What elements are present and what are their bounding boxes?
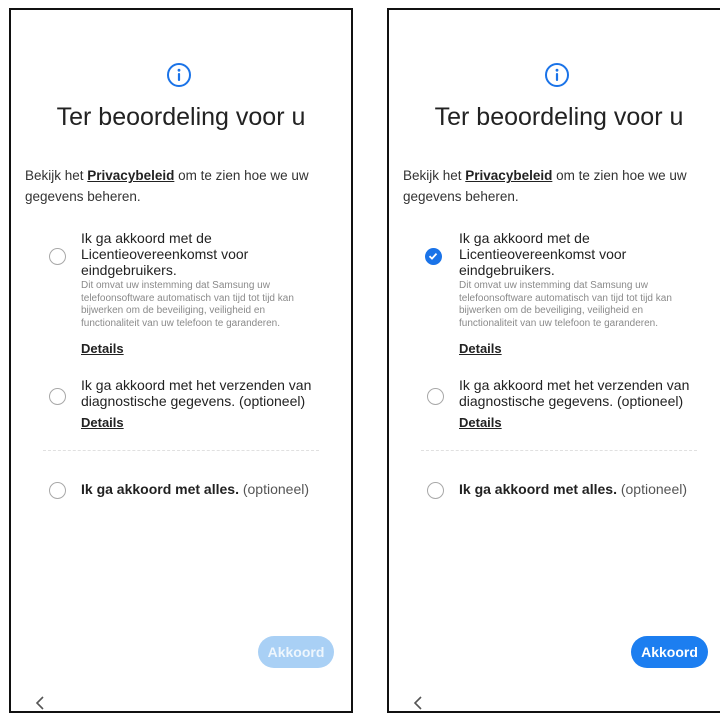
license-title-line: Ik ga akkoord met de [459, 230, 590, 246]
diagnostics-title: Ik ga akkoord met het verzenden van diag… [81, 377, 312, 409]
license-description: Dit omvat uw instemming dat Samsung uw t… [459, 280, 672, 329]
intro-prefix: Bekijk het [25, 168, 88, 183]
accept-all-label: Ik ga akkoord met alles. (optioneel) [81, 481, 309, 497]
agree-button[interactable]: Akkoord [258, 636, 334, 668]
license-title-line: eindgebruikers. [459, 262, 555, 278]
divider [421, 450, 697, 451]
accept-all-optional: (optioneel) [616, 481, 688, 497]
diagnostics-title: Ik ga akkoord met het verzenden van diag… [459, 377, 690, 409]
license-details-link[interactable]: Details [459, 341, 502, 356]
agree-button[interactable]: Akkoord [631, 636, 708, 668]
accept-all-bold: Ik ga akkoord met alles. [459, 481, 617, 497]
license-title-line: eindgebruikers. [81, 262, 177, 278]
intro-text: Bekijk het Privacybeleid om te zien hoe … [25, 165, 325, 207]
intro-prefix: Bekijk het [403, 168, 466, 183]
privacy-policy-link[interactable]: Privacybeleid [87, 168, 174, 183]
info-icon [545, 63, 569, 87]
accept-all-optional: (optioneel) [238, 481, 310, 497]
screen-after: Ter beoordeling voor u Bekijk het Privac… [387, 8, 720, 713]
accept-all-radio[interactable] [427, 482, 444, 499]
license-description: Dit omvat uw instemming dat Samsung uw t… [81, 280, 294, 329]
screen-before: Ter beoordeling voor u Bekijk het Privac… [9, 8, 353, 713]
privacy-policy-link[interactable]: Privacybeleid [465, 168, 552, 183]
license-title-line: Licentieovereenkomst voor [81, 246, 249, 262]
diagnostics-details-link[interactable]: Details [459, 415, 502, 430]
license-radio[interactable] [425, 248, 442, 265]
page-title: Ter beoordeling voor u [56, 103, 306, 131]
back-chevron-icon[interactable] [34, 696, 46, 710]
license-title-line: Ik ga akkoord met de [81, 230, 212, 246]
license-details-link[interactable]: Details [81, 341, 124, 356]
info-icon [167, 63, 191, 87]
license-title: Ik ga akkoord met de Licentieovereenkoms… [459, 230, 699, 278]
accept-all-bold: Ik ga akkoord met alles. [81, 481, 239, 497]
license-title: Ik ga akkoord met de Licentieovereenkoms… [81, 230, 321, 278]
checkmark-icon [428, 252, 438, 260]
diagnostics-radio[interactable] [49, 388, 66, 405]
page-title: Ter beoordeling voor u [434, 103, 684, 131]
accept-all-radio[interactable] [49, 482, 66, 499]
license-title-line: Licentieovereenkomst voor [459, 246, 627, 262]
intro-text: Bekijk het Privacybeleid om te zien hoe … [403, 165, 703, 207]
license-radio[interactable] [49, 248, 66, 265]
back-chevron-icon[interactable] [412, 696, 424, 710]
accept-all-label: Ik ga akkoord met alles. (optioneel) [459, 481, 687, 497]
diagnostics-details-link[interactable]: Details [81, 415, 124, 430]
divider [43, 450, 319, 451]
diagnostics-radio[interactable] [427, 388, 444, 405]
